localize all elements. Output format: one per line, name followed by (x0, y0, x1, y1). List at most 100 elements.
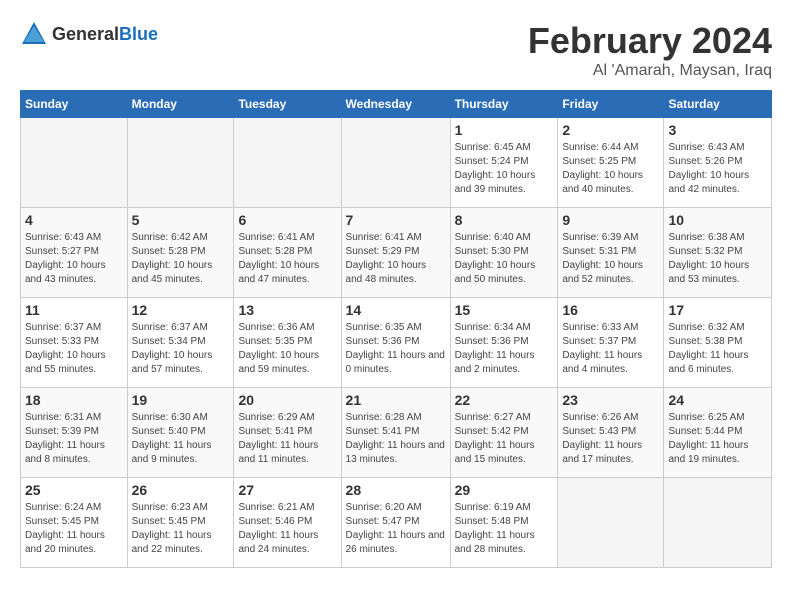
day-number: 1 (455, 122, 554, 138)
day-info: Sunrise: 6:37 AMSunset: 5:34 PMDaylight:… (132, 321, 230, 377)
calendar-cell: 8 Sunrise: 6:40 AMSunset: 5:30 PMDaylight… (450, 208, 558, 298)
weekday-header: Saturday (664, 91, 772, 118)
day-info: Sunrise: 6:39 AMSunset: 5:31 PMDaylight:… (562, 231, 659, 287)
calendar-cell: 4 Sunrise: 6:43 AMSunset: 5:27 PMDaylight… (21, 208, 128, 298)
calendar-cell: 11 Sunrise: 6:37 AMSunset: 5:33 PMDayligh… (21, 298, 128, 388)
day-info: Sunrise: 6:43 AMSunset: 5:27 PMDaylight:… (25, 231, 123, 287)
calendar-week-row: 25 Sunrise: 6:24 AMSunset: 5:45 PMDayligh… (21, 478, 772, 568)
day-info: Sunrise: 6:21 AMSunset: 5:46 PMDaylight:… (238, 501, 336, 557)
calendar-cell (558, 478, 664, 568)
day-info: Sunrise: 6:45 AMSunset: 5:24 PMDaylight:… (455, 141, 554, 197)
logo-general-text: General (52, 24, 119, 44)
calendar-cell: 25 Sunrise: 6:24 AMSunset: 5:45 PMDayligh… (21, 478, 128, 568)
calendar-cell: 7Sunrise: 6:41 AMSunset: 5:29 PMDaylight… (341, 208, 450, 298)
day-number: 6 (238, 212, 336, 228)
day-number: 23 (562, 392, 659, 408)
day-number: 10 (668, 212, 767, 228)
location-title: Al 'Amarah, Maysan, Iraq (528, 62, 772, 80)
calendar-cell: 6Sunrise: 6:41 AMSunset: 5:28 PMDaylight… (234, 208, 341, 298)
day-number: 16 (562, 302, 659, 318)
day-number: 28 (346, 482, 446, 498)
calendar-cell: 15Sunrise: 6:34 AMSunset: 5:36 PMDayligh… (450, 298, 558, 388)
weekday-header: Wednesday (341, 91, 450, 118)
day-number: 3 (668, 122, 767, 138)
day-number: 24 (668, 392, 767, 408)
day-info: Sunrise: 6:40 AMSunset: 5:30 PMDaylight:… (455, 231, 554, 287)
day-info: Sunrise: 6:43 AMSunset: 5:26 PMDaylight:… (668, 141, 767, 197)
calendar-cell: 17 Sunrise: 6:32 AMSunset: 5:38 PMDayligh… (664, 298, 772, 388)
day-number: 22 (455, 392, 554, 408)
day-number: 18 (25, 392, 123, 408)
calendar-cell: 26 Sunrise: 6:23 AMSunset: 5:45 PMDayligh… (127, 478, 234, 568)
calendar-cell: 22 Sunrise: 6:27 AMSunset: 5:42 PMDayligh… (450, 388, 558, 478)
day-number: 26 (132, 482, 230, 498)
calendar-week-row: 4 Sunrise: 6:43 AMSunset: 5:27 PMDaylight… (21, 208, 772, 298)
day-info: Sunrise: 6:26 AMSunset: 5:43 PMDaylight:… (562, 411, 659, 467)
calendar-cell: 12 Sunrise: 6:37 AMSunset: 5:34 PMDayligh… (127, 298, 234, 388)
day-info: Sunrise: 6:28 AMSunset: 5:41 PMDaylight:… (346, 411, 446, 467)
day-number: 13 (238, 302, 336, 318)
day-number: 11 (25, 302, 123, 318)
day-info: Sunrise: 6:37 AMSunset: 5:33 PMDaylight:… (25, 321, 123, 377)
page-header: GeneralBlue February 2024 Al 'Amarah, Ma… (20, 20, 772, 80)
weekday-header: Friday (558, 91, 664, 118)
day-info: Sunrise: 6:23 AMSunset: 5:45 PMDaylight:… (132, 501, 230, 557)
calendar-cell (21, 118, 128, 208)
day-info: Sunrise: 6:44 AMSunset: 5:25 PMDaylight:… (562, 141, 659, 197)
calendar-cell: 21 Sunrise: 6:28 AMSunset: 5:41 PMDayligh… (341, 388, 450, 478)
day-number: 25 (25, 482, 123, 498)
day-info: Sunrise: 6:36 AMSunset: 5:35 PMDaylight:… (238, 321, 336, 377)
calendar-cell: 20Sunrise: 6:29 AMSunset: 5:41 PMDayligh… (234, 388, 341, 478)
day-info: Sunrise: 6:19 AMSunset: 5:48 PMDaylight:… (455, 501, 554, 557)
day-info: Sunrise: 6:38 AMSunset: 5:32 PMDaylight:… (668, 231, 767, 287)
day-info: Sunrise: 6:32 AMSunset: 5:38 PMDaylight:… (668, 321, 767, 377)
day-info: Sunrise: 6:25 AMSunset: 5:44 PMDaylight:… (668, 411, 767, 467)
calendar-week-row: 11 Sunrise: 6:37 AMSunset: 5:33 PMDayligh… (21, 298, 772, 388)
weekday-header: Sunday (21, 91, 128, 118)
calendar-cell: 24 Sunrise: 6:25 AMSunset: 5:44 PMDayligh… (664, 388, 772, 478)
day-info: Sunrise: 6:35 AMSunset: 5:36 PMDaylight:… (346, 321, 446, 377)
calendar-cell: 23 Sunrise: 6:26 AMSunset: 5:43 PMDayligh… (558, 388, 664, 478)
calendar-cell: 16 Sunrise: 6:33 AMSunset: 5:37 PMDayligh… (558, 298, 664, 388)
day-info: Sunrise: 6:34 AMSunset: 5:36 PMDaylight:… (455, 321, 554, 377)
title-area: February 2024 Al 'Amarah, Maysan, Iraq (528, 20, 772, 80)
calendar-cell: 1 Sunrise: 6:45 AMSunset: 5:24 PMDaylight… (450, 118, 558, 208)
calendar-week-row: 1 Sunrise: 6:45 AMSunset: 5:24 PMDaylight… (21, 118, 772, 208)
calendar-week-row: 18 Sunrise: 6:31 AMSunset: 5:39 PMDayligh… (21, 388, 772, 478)
day-number: 14 (346, 302, 446, 318)
day-number: 5 (132, 212, 230, 228)
day-number: 17 (668, 302, 767, 318)
day-info: Sunrise: 6:33 AMSunset: 5:37 PMDaylight:… (562, 321, 659, 377)
day-number: 7 (346, 212, 446, 228)
month-title: February 2024 (528, 20, 772, 62)
calendar-cell: 27Sunrise: 6:21 AMSunset: 5:46 PMDayligh… (234, 478, 341, 568)
day-number: 19 (132, 392, 230, 408)
day-number: 21 (346, 392, 446, 408)
calendar-cell: 18 Sunrise: 6:31 AMSunset: 5:39 PMDayligh… (21, 388, 128, 478)
day-info: Sunrise: 6:31 AMSunset: 5:39 PMDaylight:… (25, 411, 123, 467)
calendar-cell (127, 118, 234, 208)
day-info: Sunrise: 6:20 AMSunset: 5:47 PMDaylight:… (346, 501, 446, 557)
weekday-header: Monday (127, 91, 234, 118)
weekday-header: Tuesday (234, 91, 341, 118)
day-number: 9 (562, 212, 659, 228)
logo: GeneralBlue (20, 20, 158, 48)
calendar-cell: 14 Sunrise: 6:35 AMSunset: 5:36 PMDayligh… (341, 298, 450, 388)
calendar-cell (234, 118, 341, 208)
logo-blue-text: Blue (119, 24, 158, 44)
logo-icon (20, 20, 48, 48)
day-number: 20 (238, 392, 336, 408)
weekday-header-row: SundayMondayTuesdayWednesdayThursdayFrid… (21, 91, 772, 118)
day-info: Sunrise: 6:27 AMSunset: 5:42 PMDaylight:… (455, 411, 554, 467)
calendar-cell (664, 478, 772, 568)
day-number: 8 (455, 212, 554, 228)
day-info: Sunrise: 6:24 AMSunset: 5:45 PMDaylight:… (25, 501, 123, 557)
day-number: 4 (25, 212, 123, 228)
day-info: Sunrise: 6:30 AMSunset: 5:40 PMDaylight:… (132, 411, 230, 467)
calendar-cell: 5Sunrise: 6:42 AMSunset: 5:28 PMDaylight… (127, 208, 234, 298)
calendar-cell: 13 Sunrise: 6:36 AMSunset: 5:35 PMDayligh… (234, 298, 341, 388)
day-number: 12 (132, 302, 230, 318)
calendar-cell: 29Sunrise: 6:19 AMSunset: 5:48 PMDayligh… (450, 478, 558, 568)
calendar-cell: 3 Sunrise: 6:43 AMSunset: 5:26 PMDaylight… (664, 118, 772, 208)
calendar-cell: 10 Sunrise: 6:38 AMSunset: 5:32 PMDayligh… (664, 208, 772, 298)
